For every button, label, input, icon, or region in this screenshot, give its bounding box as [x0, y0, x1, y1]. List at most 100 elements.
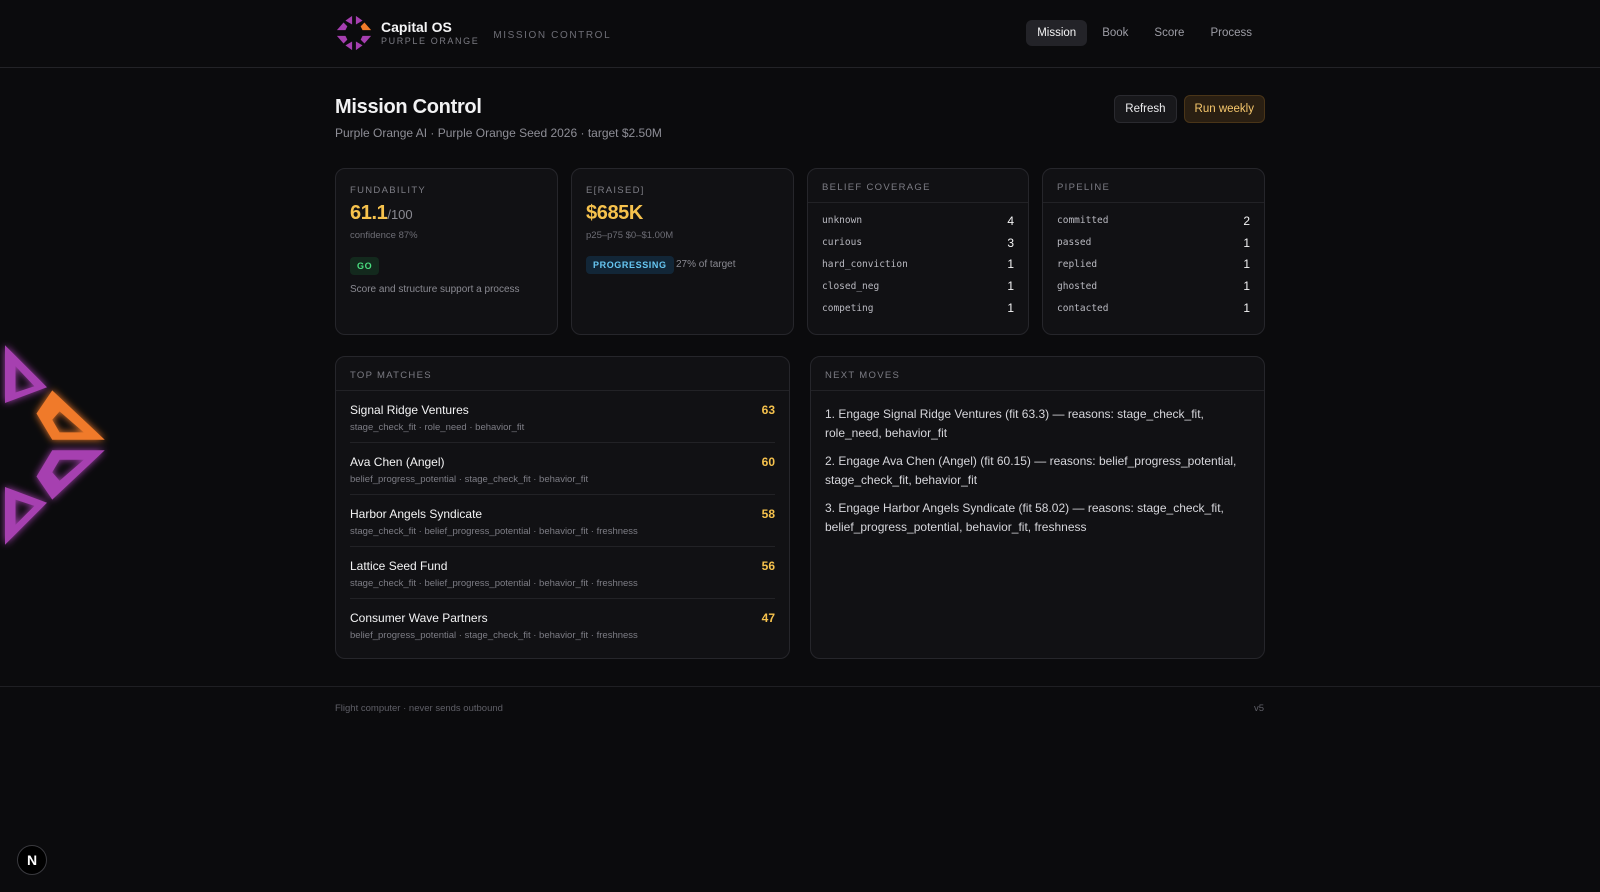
card-label: TOP MATCHES: [350, 370, 432, 381]
pipeline-stage: replied: [1057, 258, 1098, 270]
investor-name: Lattice Seed Fund: [350, 559, 448, 573]
section-label: MISSION CONTROL: [493, 29, 612, 41]
pipeline-stage: contacted: [1057, 302, 1109, 314]
belief-coverage-card: BELIEF COVERAGE unknown 4 curious 3 hard_c…: [807, 168, 1029, 335]
pipeline-count: 1: [1243, 257, 1250, 272]
belief-list: unknown 4 curious 3 hard_conviction 1 close…: [808, 203, 1028, 319]
pipeline-count: 1: [1243, 301, 1250, 316]
investor-name: Consumer Wave Partners: [350, 611, 488, 625]
card-label: FUNDABILITY: [350, 185, 427, 196]
belief-key: unknown: [822, 215, 863, 227]
investor-name: Signal Ridge Ventures: [350, 403, 469, 417]
match-row[interactable]: Lattice Seed Fund stage_check_fit · beli…: [350, 547, 775, 599]
pipeline-stage: committed: [1057, 215, 1109, 227]
match-score: 63: [761, 403, 775, 417]
belief-count: 1: [1007, 257, 1014, 272]
raised-value: $685K: [586, 202, 643, 224]
refresh-button[interactable]: Refresh: [1114, 95, 1177, 123]
match-row[interactable]: Ava Chen (Angel) belief_progress_potenti…: [350, 443, 775, 495]
emblem-segment: [36, 390, 105, 440]
next-moves-card: NEXT MOVES 1. Engage Signal Ridge Ventur…: [810, 356, 1265, 659]
run-weekly-button[interactable]: Run weekly: [1183, 95, 1265, 123]
card-label: BELIEF COVERAGE: [822, 182, 931, 193]
nav-item-mission[interactable]: Mission: [1026, 20, 1088, 46]
nav-item-book[interactable]: Book: [1091, 20, 1139, 46]
fundability-score: 61.1/100: [350, 202, 413, 225]
card-label: PIPELINE: [1057, 182, 1111, 193]
next-moves-list: 1. Engage Signal Ridge Ventures (fit 63.…: [811, 391, 1264, 536]
fundability-note: Score and structure support a process: [350, 284, 520, 295]
list-item: contacted 1: [1057, 297, 1250, 319]
capital-os-logo-icon: [336, 15, 372, 51]
belief-key: curious: [822, 237, 863, 249]
version-label: v5: [1254, 703, 1265, 714]
match-reasons: belief_progress_potential · stage_check_…: [350, 474, 589, 485]
investor-name: Harbor Angels Syndicate: [350, 507, 483, 521]
footer-note: Flight computer · never sends outbound: [335, 703, 503, 714]
raised-card: E[RAISED] $685K p25–p75 $0–$1.00M PROGRE…: [571, 168, 794, 335]
nav-item-score[interactable]: Score: [1143, 20, 1195, 46]
match-row[interactable]: Signal Ridge Ventures stage_check_fit · …: [350, 391, 775, 443]
list-item: ghosted 1: [1057, 275, 1250, 297]
belief-count: 4: [1007, 213, 1014, 228]
emblem-segment: [36, 450, 105, 500]
match-score: 56: [761, 559, 775, 573]
list-item: curious 3: [822, 232, 1014, 254]
next-move-item: 3. Engage Harbor Angels Syndicate (fit 5…: [825, 501, 1224, 534]
status-badge: PROGRESSING: [586, 256, 674, 274]
match-row[interactable]: Harbor Angels Syndicate stage_check_fit …: [350, 495, 775, 547]
card-label: E[RAISED]: [586, 185, 645, 196]
list-item: competing 1: [822, 297, 1014, 319]
match-score: 58: [761, 507, 775, 521]
list-item: passed 1: [1057, 232, 1250, 254]
pipeline-count: 2: [1243, 213, 1250, 228]
header-actions: Refresh Run weekly: [1114, 95, 1265, 123]
pipeline-list: committed 2 passed 1 replied 1 ghosted 1 con…: [1043, 203, 1264, 319]
next-n-badge-icon[interactable]: N: [17, 845, 47, 875]
card-label: NEXT MOVES: [825, 370, 901, 381]
fundability-card: FUNDABILITY 61.1/100 confidence 87% GO S…: [335, 168, 558, 335]
card-header: NEXT MOVES: [811, 357, 1264, 391]
raised-range: p25–p75 $0–$1.00M: [586, 230, 674, 241]
top-bar: Capital OS PURPLE ORANGE MISSION CONTROL…: [0, 0, 1600, 68]
top-matches-card: TOP MATCHES Signal Ridge Ventures stage_…: [335, 356, 790, 659]
match-score: 47: [761, 611, 775, 625]
card-header: TOP MATCHES: [336, 357, 789, 391]
page-subtitle: Purple Orange AI · Purple Orange Seed 20…: [335, 126, 662, 140]
card-header: BELIEF COVERAGE: [808, 169, 1028, 203]
list-item: hard_conviction 1: [822, 254, 1014, 276]
match-reasons: stage_check_fit · belief_progress_potent…: [350, 526, 638, 537]
match-row[interactable]: Consumer Wave Partners belief_progress_p…: [350, 599, 775, 651]
app-subtitle: PURPLE ORANGE: [381, 36, 480, 46]
purple-orange-emblem-icon: [5, 345, 105, 545]
list-item: committed 2: [1057, 210, 1250, 232]
pipeline-stage: ghosted: [1057, 280, 1098, 292]
brand-text: Capital OS PURPLE ORANGE: [381, 19, 479, 47]
match-reasons: stage_check_fit · belief_progress_potent…: [350, 578, 638, 589]
fundability-value: 61.1: [350, 202, 388, 224]
belief-key: closed_neg: [822, 280, 880, 292]
emblem-segment: [5, 345, 47, 403]
main-nav: Mission Book Score Process: [1026, 20, 1263, 46]
list-item: replied 1: [1057, 254, 1250, 276]
match-reasons: belief_progress_potential · stage_check_…: [350, 630, 638, 641]
footer: Flight computer · never sends outbound v…: [0, 686, 1600, 714]
list-item: unknown 4: [822, 210, 1014, 232]
brand[interactable]: Capital OS PURPLE ORANGE MISSION CONTROL: [335, 14, 611, 52]
card-header: PIPELINE: [1043, 169, 1264, 203]
belief-key: hard_conviction: [822, 258, 908, 270]
confidence-text: confidence 87%: [350, 230, 418, 241]
list-item: closed_neg 1: [822, 275, 1014, 297]
match-score: 60: [761, 455, 775, 469]
pipeline-stage: passed: [1057, 237, 1092, 249]
pipeline-card: PIPELINE committed 2 passed 1 replied 1 gho…: [1042, 168, 1265, 335]
app-name: Capital OS: [381, 19, 452, 35]
emblem-segment: [5, 487, 47, 545]
pipeline-count: 1: [1243, 279, 1250, 294]
belief-count: 1: [1007, 279, 1014, 294]
pipeline-count: 1: [1243, 235, 1250, 250]
progress-note: 27% of target: [676, 259, 736, 270]
nav-item-process[interactable]: Process: [1199, 20, 1263, 46]
next-move-item: 2. Engage Ava Chen (Angel) (fit 60.15) —…: [825, 454, 1237, 487]
page-title: Mission Control: [335, 96, 482, 118]
